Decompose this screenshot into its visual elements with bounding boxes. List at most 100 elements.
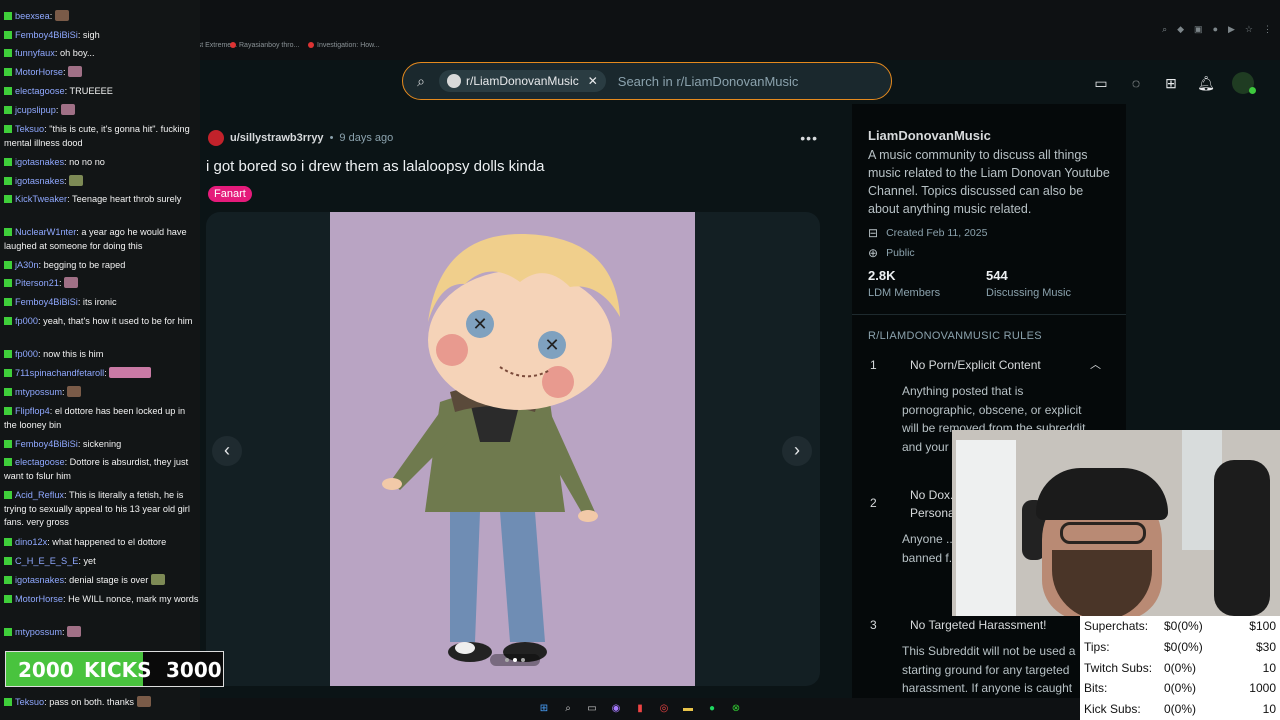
chat-username[interactable]: Femboy4BiBiSi <box>15 439 78 449</box>
divider <box>852 314 1126 315</box>
chat-message: dino12x: what happened to el dottore <box>4 536 200 550</box>
chat-username[interactable]: dino12x <box>15 537 47 547</box>
extension-icon[interactable]: ● <box>1213 24 1218 35</box>
search-icon[interactable]: ⌕ <box>562 703 574 715</box>
windows-start-icon[interactable]: ⊞ <box>538 703 550 715</box>
post-meta: u/sillystrawb3rryy • 9 days ago <box>208 130 393 146</box>
gallery-prev-button[interactable]: ‹ <box>212 436 242 466</box>
author-avatar[interactable] <box>208 130 224 146</box>
emote-icon <box>68 66 83 77</box>
chat-username[interactable]: electagoose <box>15 457 65 467</box>
kick-badge-icon <box>4 87 12 95</box>
emote-icon <box>67 386 82 397</box>
emote-icon <box>60 104 75 115</box>
rule-title[interactable]: No Porn/Explicit Content <box>910 358 1041 372</box>
xbox-icon[interactable]: ⊗ <box>730 703 742 715</box>
donation-stat-row: Twitch Subs: 0(0%) 10 <box>1084 661 1278 681</box>
advertise-icon[interactable]: ▭ <box>1092 74 1110 92</box>
bookmark-item[interactable]: Rayasianboy thro... <box>230 42 299 49</box>
chat-username[interactable]: Piterson21 <box>15 278 59 288</box>
stat-label: Discussing Music <box>986 287 1071 299</box>
chat-text: now this is him <box>43 349 104 359</box>
post-author[interactable]: u/sillystrawb3rryy <box>230 132 324 144</box>
gallery-next-button[interactable]: › <box>782 436 812 466</box>
chat-username[interactable]: Teksuo <box>15 124 44 134</box>
create-post-icon[interactable]: ⊞ <box>1162 74 1180 92</box>
chat-username[interactable]: MotorHorse <box>15 594 63 604</box>
chat-username[interactable]: jA30n <box>15 260 39 270</box>
chat-username[interactable]: electagoose <box>15 86 65 96</box>
bookmark-item[interactable]: Investigation: How... <box>308 42 380 49</box>
post-title[interactable]: i got bored so i drew them as lalaloopsy… <box>206 158 545 175</box>
user-avatar[interactable] <box>1232 72 1256 94</box>
kick-goal-target: 3000 <box>166 658 222 682</box>
header-actions: ▭ ◌ ⊞ 🔔︎ <box>1092 72 1256 94</box>
chat-username[interactable]: NuclearW1nter <box>15 227 76 237</box>
chat-username[interactable]: fp000 <box>15 349 38 359</box>
notification-bell-icon[interactable]: 🔔︎ <box>1197 74 1215 92</box>
gallery-image[interactable]: ✕ ✕ <box>330 212 695 686</box>
donation-stat-row: Bits: 0(0%) 1000 <box>1084 681 1278 701</box>
chat-username[interactable]: KickTweaker <box>15 194 67 204</box>
chrome-icon[interactable]: ◎ <box>658 703 670 715</box>
chat-username[interactable]: MotorHorse <box>15 67 63 77</box>
gallery-dot-active[interactable] <box>513 658 517 662</box>
kick-badge-icon <box>4 31 12 39</box>
spotify-icon[interactable]: ● <box>706 703 718 715</box>
chat-text: He WILL nonce, mark my words <box>68 594 199 604</box>
chat-message: igotasnakes: <box>4 175 200 189</box>
chat-username[interactable]: Flipflop4 <box>15 406 50 416</box>
kick-badge-icon <box>4 49 12 57</box>
chat-text: sickening <box>82 439 122 449</box>
chat-username[interactable]: jcupslipup <box>15 105 56 115</box>
chat-username[interactable]: igotasnakes <box>15 176 64 186</box>
bookmark-star-icon[interactable]: ☆ <box>1245 24 1253 35</box>
kick-goal-bar: 2000 KICKS 3000 <box>5 651 224 687</box>
extension-icon[interactable]: ▶ <box>1228 24 1235 35</box>
chat-username[interactable]: Femboy4BiBiSi <box>15 30 78 40</box>
chat-username[interactable]: funnyfaux <box>15 48 55 58</box>
stat-members: 2.8K LDM Members <box>868 268 940 299</box>
more-options-icon[interactable]: ••• <box>800 130 818 146</box>
gallery-dot[interactable] <box>505 658 509 662</box>
chevron-up-icon[interactable]: ︿ <box>1090 356 1101 372</box>
chat-username[interactable]: 711spinachandfetaroll <box>15 368 104 378</box>
community-name[interactable]: LiamDonovanMusic <box>868 128 991 143</box>
browser-extension-icons: ⌕ ◆ ▣ ● ▶ ☆ ⋮ <box>1162 24 1272 35</box>
chat-username[interactable]: fp000 <box>15 316 38 326</box>
kick-badge-icon <box>4 440 12 448</box>
chat-username[interactable]: mtypossum <box>15 387 62 397</box>
search-bar[interactable]: ⌕ r/LiamDonovanMusic ✕ Search in r/LiamD… <box>402 62 892 100</box>
rule-title[interactable]: No Targeted Harassment! <box>910 618 1047 632</box>
chat-username[interactable]: igotasnakes <box>15 157 64 167</box>
gallery-dot[interactable] <box>521 658 525 662</box>
kick-badge-icon <box>4 576 12 584</box>
search-input[interactable]: Search in r/LiamDonovanMusic <box>618 74 799 89</box>
chat-icon[interactable]: ◌ <box>1127 74 1145 92</box>
emote-icon <box>67 626 82 637</box>
chat-username[interactable]: Teksuo <box>15 697 44 707</box>
app-icon[interactable]: ▮ <box>634 703 646 715</box>
chat-message: funnyfaux: oh boy... <box>4 47 200 61</box>
file-explorer-icon[interactable]: ▬ <box>682 703 694 715</box>
task-view-icon[interactable]: ▭ <box>586 703 598 715</box>
post-flair[interactable]: Fanart <box>208 186 252 202</box>
close-icon[interactable]: ✕ <box>588 74 598 88</box>
chat-username[interactable]: beexsea <box>15 11 50 21</box>
chat-message: NuclearW1nter: a year ago he would have … <box>4 227 187 251</box>
doll-illustration: ✕ ✕ <box>330 212 695 686</box>
discord-icon[interactable]: ◉ <box>610 703 622 715</box>
chat-username[interactable]: Acid_Reflux <box>15 490 64 500</box>
community-chip[interactable]: r/LiamDonovanMusic ✕ <box>439 70 606 92</box>
screen: The Most Extreme... Rayasianboy thro... … <box>0 0 1280 720</box>
chat-username[interactable]: Femboy4BiBiSi <box>15 297 78 307</box>
chat-username[interactable]: mtypossum <box>15 627 62 637</box>
bookmark-favicon-icon <box>308 42 314 49</box>
chat-username[interactable]: C_H_E_E_S_E <box>15 556 78 566</box>
menu-icon[interactable]: ⋮ <box>1263 24 1272 35</box>
extension-icon[interactable]: ◆ <box>1177 24 1184 35</box>
extension-icon[interactable]: ▣ <box>1194 24 1203 35</box>
chat-username[interactable]: igotasnakes <box>15 575 64 585</box>
kick-badge-icon <box>4 279 12 287</box>
zoom-icon[interactable]: ⌕ <box>1162 24 1167 35</box>
